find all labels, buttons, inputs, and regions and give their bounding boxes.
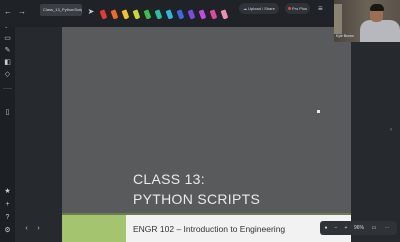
page-icon[interactable]: ▯ <box>3 108 12 117</box>
present-icon[interactable]: ▭ <box>3 34 12 43</box>
cloud-upload-icon: ☁ <box>243 6 248 11</box>
pen-color-1[interactable] <box>99 9 108 20</box>
presentation-slide <box>62 27 351 242</box>
upload-share-label: Upload / Share <box>248 6 275 11</box>
add-icon[interactable]: + <box>3 200 12 209</box>
pen-color-9[interactable] <box>187 9 196 20</box>
top-toolbar: ← → Class_13_PythonScripts... ➤ ☁Upload … <box>0 0 334 27</box>
pen-color-6[interactable] <box>154 9 163 20</box>
pen-color-10[interactable] <box>198 9 207 20</box>
select-tool-icon[interactable]: ➤ <box>86 7 96 17</box>
pro-plus-label: Pro Plus <box>291 6 308 11</box>
star-icon[interactable]: ★ <box>3 187 12 196</box>
zoom-in-icon[interactable]: + <box>342 223 350 233</box>
pen-color-2[interactable] <box>110 9 119 20</box>
left-sidebar: ⌂ ➤ ▭ ✎ ◧ ◇ ▯ ★ + ? ⚙ <box>0 0 15 242</box>
previous-page-icon[interactable]: ‹ <box>22 224 31 233</box>
back-icon[interactable]: ← <box>3 7 13 17</box>
zoom-controls: ● − + 96% ▭ ⋯ <box>320 221 397 235</box>
pen-color-11[interactable] <box>209 9 218 20</box>
zoom-out-icon[interactable]: − <box>332 223 340 233</box>
help-icon[interactable]: ? <box>3 213 12 222</box>
sidebar-divider <box>3 88 12 89</box>
menu-icon[interactable]: ≡ <box>318 5 328 13</box>
laser-pointer-dot <box>317 110 320 113</box>
collapse-arrow-icon[interactable]: › <box>390 127 396 133</box>
fit-page-icon[interactable]: ▭ <box>370 223 378 233</box>
slide-title-line-1: CLASS 13: <box>133 171 205 187</box>
slide-band-accent <box>62 215 126 242</box>
eraser-icon[interactable]: ◧ <box>3 58 12 67</box>
pen-color-8[interactable] <box>176 9 185 20</box>
play-icon[interactable]: ● <box>322 223 330 233</box>
pen-color-4[interactable] <box>132 9 141 20</box>
pen-color-7[interactable] <box>165 9 174 20</box>
pro-plus-button[interactable]: Pro Plus <box>285 3 310 14</box>
pen-color-5[interactable] <box>143 9 152 20</box>
record-dot-icon <box>287 7 291 11</box>
presenter-hair <box>370 4 384 11</box>
webcam-name-label: Kyle Brown <box>336 34 354 38</box>
file-tab[interactable]: Class_13_PythonScripts... <box>40 4 82 16</box>
slide-title-line-2: PYTHON SCRIPTS <box>133 191 261 207</box>
more-options-icon[interactable]: ⋯ <box>381 223 393 233</box>
pen-color-3[interactable] <box>121 9 130 20</box>
pen-color-12[interactable] <box>220 9 229 20</box>
settings-icon[interactable]: ⚙ <box>3 226 12 235</box>
next-page-icon[interactable]: › <box>34 224 43 233</box>
slide-title: CLASS 13: PYTHON SCRIPTS <box>133 169 260 209</box>
shape-tool-icon[interactable]: ◇ <box>3 70 12 79</box>
pen-tool-icon[interactable]: ✎ <box>3 46 12 55</box>
forward-icon[interactable]: → <box>17 7 27 17</box>
zoom-level[interactable]: 96% <box>352 223 366 233</box>
slide-subtitle: ENGR 102 – Introduction to Engineering <box>133 224 286 234</box>
webcam-feed: Kyle Brown <box>334 0 400 42</box>
webcam-board <box>334 4 342 34</box>
upload-share-button[interactable]: ☁Upload / Share <box>239 3 279 14</box>
presenter-body <box>360 20 400 42</box>
